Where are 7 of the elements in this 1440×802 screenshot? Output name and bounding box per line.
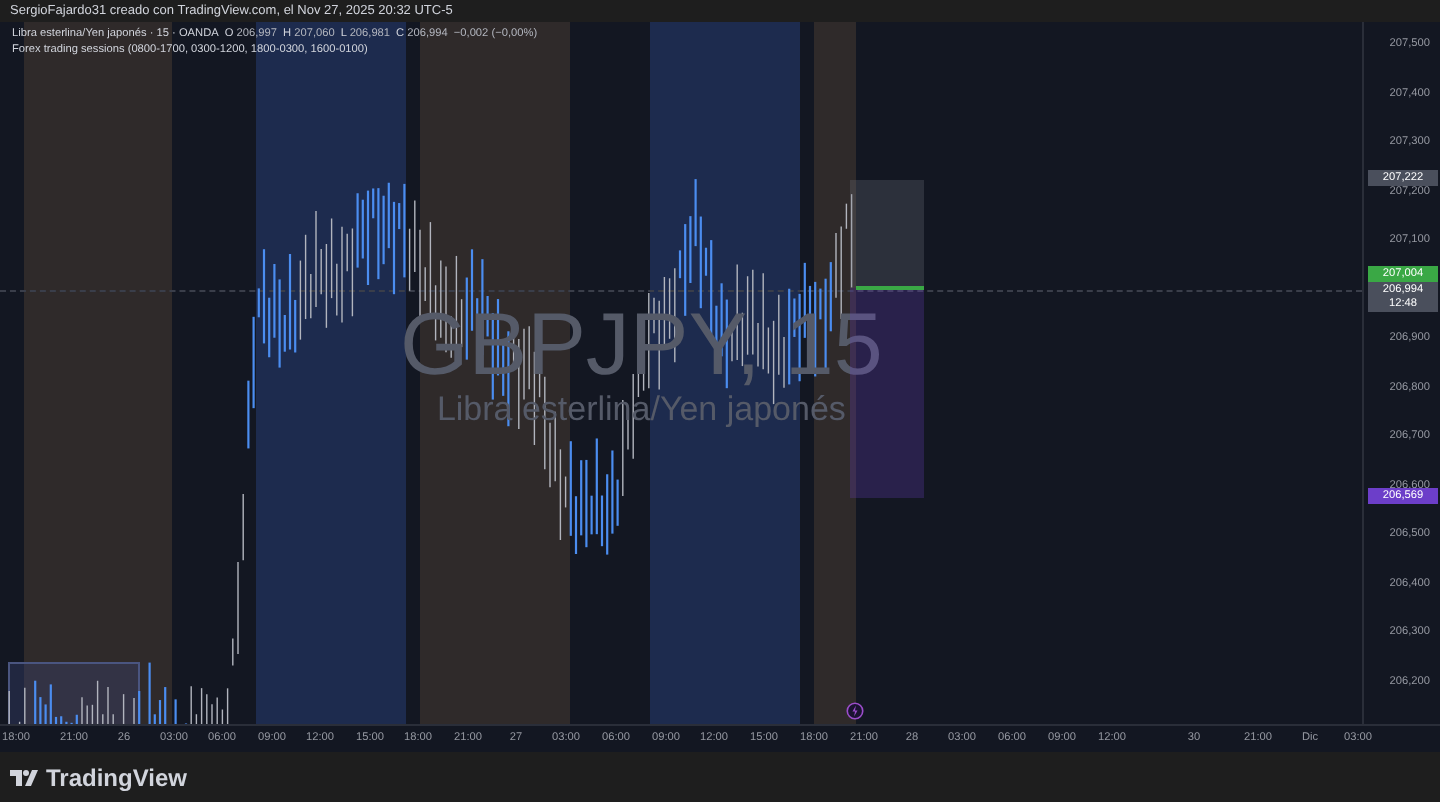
lightning-icon[interactable] bbox=[846, 702, 864, 720]
entry-line bbox=[856, 286, 924, 289]
target-zone bbox=[850, 180, 924, 288]
chart-area[interactable] bbox=[0, 22, 1362, 724]
selection-rectangle bbox=[8, 662, 140, 724]
brand-name: TradingView bbox=[46, 763, 187, 791]
tradingview-logo-icon bbox=[10, 769, 38, 785]
